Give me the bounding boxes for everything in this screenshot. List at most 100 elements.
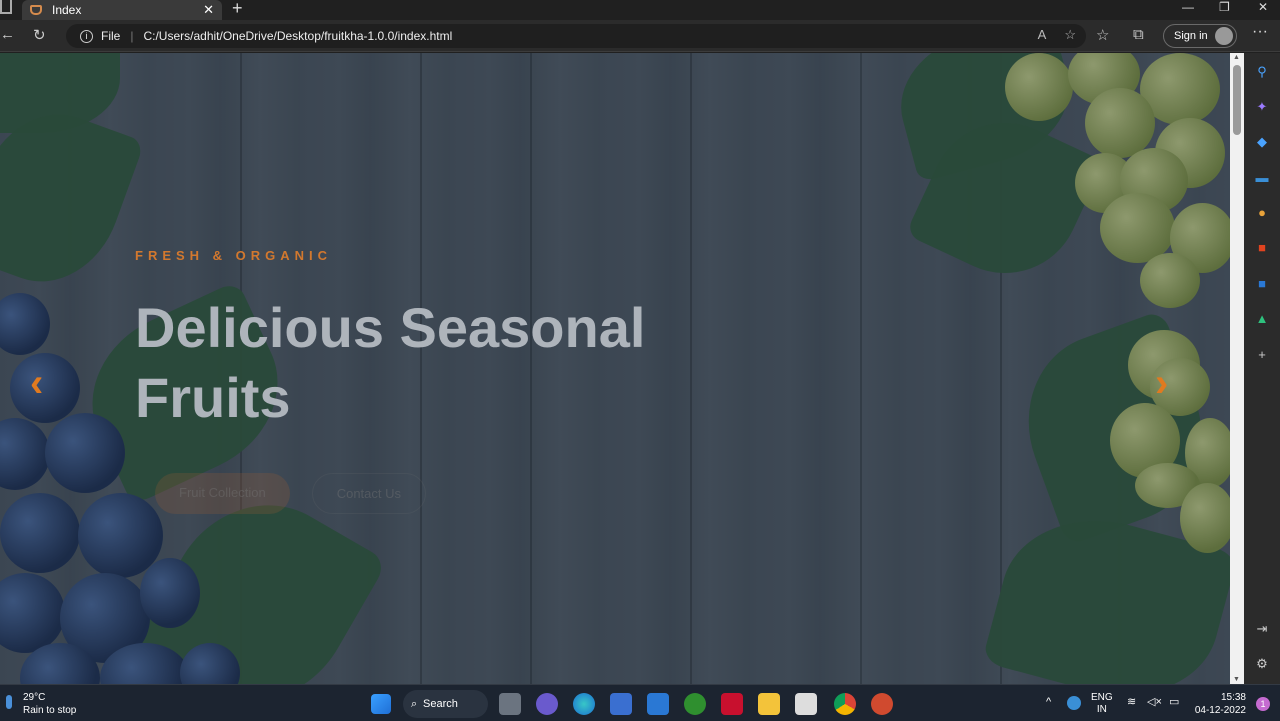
address-bar[interactable]: i File | C:/Users/adhit/OneDrive/Desktop… (66, 24, 1086, 48)
weather-temperature: 29°C (23, 692, 46, 703)
grape-dark (0, 293, 50, 355)
taskbar-search[interactable]: ⌕ Search (403, 690, 488, 718)
teams-chat-icon[interactable] (536, 693, 558, 715)
grape-green (1140, 253, 1200, 308)
add-favorite-icon[interactable]: ☆ (1064, 27, 1076, 42)
grape-dark (0, 418, 50, 490)
close-window-button[interactable]: ✕ (1258, 0, 1268, 14)
leaf-decoration (0, 94, 145, 302)
file-explorer-icon[interactable] (758, 693, 780, 715)
search-icon: ⌕ (411, 697, 418, 710)
region-label: IN (1096, 704, 1107, 715)
mcafee-icon[interactable] (721, 693, 743, 715)
tab-title: Index (52, 3, 82, 17)
l-app-icon[interactable] (647, 693, 669, 715)
taskbar-search-label: Search (423, 698, 458, 710)
page-scrollbar[interactable]: ▲ ▼ (1230, 53, 1244, 684)
fruit-collection-button[interactable]: Fruit Collection (155, 473, 290, 514)
volume-muted-icon[interactable]: ◁× (1147, 696, 1162, 708)
hero-slider: FRESH & ORGANIC Delicious Seasonal Fruit… (0, 53, 1230, 684)
grape-green (1085, 88, 1155, 158)
grape-dark (0, 493, 80, 573)
contact-us-button[interactable]: Contact Us (311, 473, 427, 514)
weather-description: Rain to stop (23, 705, 77, 716)
shopping-icon[interactable]: ◆ (1255, 135, 1269, 149)
info-icon[interactable]: i (80, 29, 93, 43)
more-options-icon[interactable]: ··· (1252, 23, 1268, 41)
minimize-button[interactable]: — (1182, 0, 1194, 14)
battery-icon[interactable]: ▭ (1169, 696, 1179, 708)
browser-tab[interactable]: Index ✕ (22, 0, 222, 20)
car-game-icon[interactable] (795, 693, 817, 715)
scroll-down-icon[interactable]: ▼ (1233, 676, 1240, 683)
scrollbar-thumb[interactable] (1233, 65, 1241, 135)
tray-app-icon[interactable] (1067, 696, 1081, 710)
grape-green (1075, 153, 1135, 213)
clock-date: 04-12-2022 (1194, 705, 1246, 716)
tab-favicon-icon (30, 5, 42, 15)
edge-icon[interactable] (573, 693, 595, 715)
clock[interactable]: 15:38 04-12-2022 (1195, 691, 1246, 717)
chrome-icon[interactable] (834, 693, 856, 715)
edge-sidebar: ⚲ ✦ ◆ ▬ ● ■ ■ ▲ + ⇥ ⚙ (1244, 53, 1280, 684)
grape-green (1120, 148, 1188, 213)
notification-badge[interactable]: 1 (1256, 697, 1270, 711)
wifi-icon[interactable]: ≋ (1127, 696, 1136, 708)
tab-close-icon[interactable]: ✕ (203, 2, 214, 18)
grape-green (1135, 463, 1200, 508)
grape-green (1110, 403, 1180, 478)
tray-overflow-icon[interactable]: ^ (1046, 696, 1051, 708)
address-url[interactable]: C:/Users/adhit/OneDrive/Desktop/fruitkha… (143, 29, 452, 43)
address-separator: | (130, 29, 134, 43)
browser-title-bar: Index ✕ + — ❐ ✕ (0, 0, 1280, 20)
drop-icon[interactable]: ▲ (1255, 312, 1269, 326)
store-icon[interactable] (610, 693, 632, 715)
task-view-icon[interactable] (499, 693, 521, 715)
leaf-decoration (981, 497, 1230, 684)
address-bar-actions: A ☆ (1038, 27, 1076, 43)
back-button[interactable]: ← (0, 26, 15, 43)
new-tab-button[interactable]: + (232, 0, 243, 19)
hide-sidebar-icon[interactable]: ⇥ (1255, 622, 1269, 636)
grape-green (1185, 418, 1230, 488)
xbox-icon[interactable] (684, 693, 706, 715)
office-icon[interactable]: ■ (1255, 241, 1269, 255)
sign-in-label: Sign in (1174, 30, 1208, 42)
grape-dark (180, 643, 240, 684)
scroll-up-icon[interactable]: ▲ (1233, 54, 1240, 61)
grape-green (1170, 203, 1230, 273)
grape-dark (0, 573, 65, 653)
grape-green (1155, 118, 1225, 188)
language-indicator[interactable]: ENG IN (1091, 692, 1113, 716)
search-icon[interactable]: ⚲ (1255, 65, 1269, 79)
grape-dark (20, 643, 100, 684)
weather-widget[interactable]: 29°C Rain to stop (6, 691, 76, 717)
slider-next-arrow-icon[interactable]: › (1155, 361, 1168, 406)
maximize-button[interactable]: ❐ (1219, 0, 1230, 14)
favorites-icon[interactable]: ☆ (1096, 26, 1109, 44)
wood-grain (860, 53, 862, 684)
tools-icon[interactable]: ▬ (1255, 171, 1269, 185)
address-scheme-label: File (101, 29, 121, 43)
refresh-button[interactable]: ↻ (33, 26, 46, 44)
leaf-decoration (1002, 309, 1228, 547)
windows-taskbar: 29°C Rain to stop ⌕ Search ^ ENG IN ≋ ◁×… (0, 684, 1280, 721)
games-icon[interactable]: ● (1255, 206, 1269, 220)
outlook-icon[interactable]: ■ (1255, 277, 1269, 291)
wood-grain (1000, 53, 1002, 684)
grape-dark (10, 353, 80, 423)
settings-icon[interactable]: ⚙ (1255, 657, 1269, 671)
browser-app-icon[interactable] (0, 0, 12, 14)
add-sidebar-app-icon[interactable]: + (1255, 348, 1269, 362)
discover-icon[interactable]: ✦ (1255, 100, 1269, 114)
grape-green (1140, 53, 1220, 125)
slider-prev-arrow-icon[interactable]: ‹ (30, 361, 43, 406)
collections-icon[interactable]: ⧉ (1133, 26, 1144, 43)
clock-time: 15:38 (1220, 692, 1246, 703)
powerpoint-icon[interactable] (871, 693, 893, 715)
start-icon[interactable] (371, 694, 391, 714)
avatar-icon (1215, 27, 1233, 45)
read-aloud-icon[interactable]: A (1038, 27, 1047, 42)
leaf-decoration (886, 53, 1084, 183)
sign-in-button[interactable]: Sign in (1163, 24, 1237, 48)
